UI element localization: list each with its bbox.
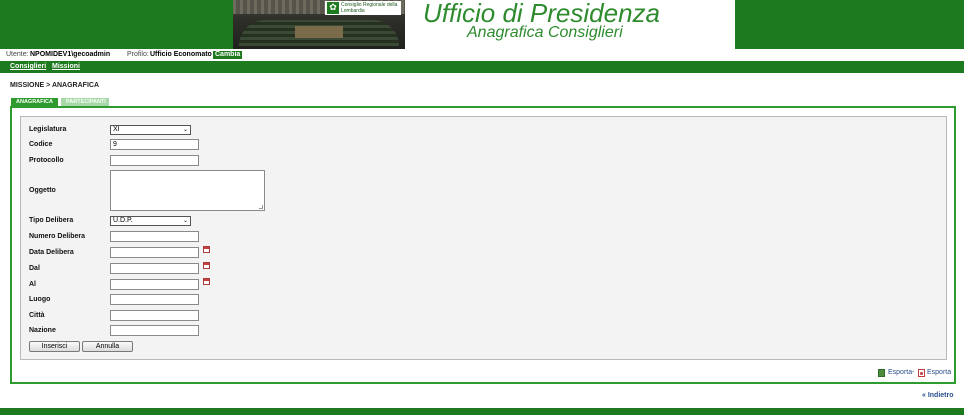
nav-item-consiglieri[interactable]: Consiglieri <box>10 61 46 73</box>
footer-bar <box>0 408 964 415</box>
nav-bar: Consiglieri Missioni <box>0 61 964 73</box>
tab-panel: Legislatura XI ⌄ Codice 9 Protocollo Ogg… <box>10 106 956 384</box>
codice-field[interactable]: 9 <box>110 139 199 150</box>
resize-handle-icon[interactable] <box>259 205 263 209</box>
excel-icon[interactable] <box>878 369 885 377</box>
breadcrumb: MISSIONE > ANAGRAFICA <box>10 82 99 89</box>
export-excel-link[interactable]: Esporta <box>888 368 912 378</box>
cancel-button[interactable]: Annulla <box>82 341 133 352</box>
protocollo-label: Protocollo <box>29 157 64 164</box>
calendar-icon[interactable] <box>203 278 210 285</box>
oggetto-label: Oggetto <box>29 187 56 194</box>
change-profile-button[interactable]: Cambia <box>213 51 243 59</box>
legislatura-label: Legislatura <box>29 126 67 133</box>
nav-item-missioni[interactable]: Missioni <box>52 61 80 73</box>
pdf-icon[interactable] <box>918 369 925 377</box>
insert-button[interactable]: Inserisci <box>29 341 80 352</box>
tipo-delibera-select[interactable]: U.D.P. ⌄ <box>110 216 191 226</box>
chevron-down-icon: ⌄ <box>182 127 188 133</box>
legislatura-select[interactable]: XI ⌄ <box>110 125 191 135</box>
luogo-label: Luogo <box>29 296 51 303</box>
header-bar: ✿ Consiglio Regionale della Lombardia Uf… <box>0 0 964 49</box>
calendar-icon[interactable] <box>203 246 210 253</box>
export-pdf-link[interactable]: Esporta <box>927 368 951 378</box>
nazione-label: Nazione <box>29 327 56 334</box>
al-field[interactable] <box>110 279 199 290</box>
app-subtitle: Anagrafica Consiglieri <box>467 24 623 41</box>
protocollo-field[interactable] <box>110 155 199 166</box>
form-panel: Legislatura XI ⌄ Codice 9 Protocollo Ogg… <box>20 116 947 360</box>
council-chamber-image: ✿ Consiglio Regionale della Lombardia <box>233 0 405 49</box>
logo-text: Consiglio Regionale della Lombardia <box>341 2 398 14</box>
tipo-delibera-label: Tipo Delibera <box>29 217 74 224</box>
export-separator: - <box>912 369 915 376</box>
profile-value: Ufficio Economato <box>150 51 212 58</box>
data-delibera-label: Data Delibera <box>29 249 74 256</box>
numero-delibera-field[interactable] <box>110 231 199 242</box>
citta-field[interactable] <box>110 310 199 321</box>
oggetto-textarea[interactable] <box>110 170 265 211</box>
nazione-field[interactable] <box>110 325 199 336</box>
user-label: Utente: <box>6 51 29 58</box>
dal-label: Dal <box>29 265 40 272</box>
banner: ✿ Consiglio Regionale della Lombardia Uf… <box>233 0 735 49</box>
user-value: NPOMIDEV1\gecoadmin <box>30 51 111 58</box>
legislatura-value: XI <box>113 126 120 133</box>
al-label: Al <box>29 281 36 288</box>
calendar-icon[interactable] <box>203 262 210 269</box>
citta-label: Città <box>29 312 45 319</box>
codice-label: Codice <box>29 141 53 148</box>
tipo-delibera-value: U.D.P. <box>113 217 133 224</box>
numero-delibera-label: Numero Delibera <box>29 233 86 240</box>
profile-label: Profilo: <box>127 51 149 58</box>
chevron-down-icon: ⌄ <box>182 218 188 224</box>
back-link[interactable]: « Indietro <box>922 392 954 399</box>
rose-icon: ✿ <box>327 2 339 14</box>
luogo-field[interactable] <box>110 294 199 305</box>
user-bar: Utente: NPOMIDEV1\gecoadmin Profilo: Uff… <box>0 49 964 61</box>
council-logo: ✿ Consiglio Regionale della Lombardia <box>325 1 401 15</box>
data-delibera-field[interactable] <box>110 247 199 258</box>
dal-field[interactable] <box>110 263 199 274</box>
